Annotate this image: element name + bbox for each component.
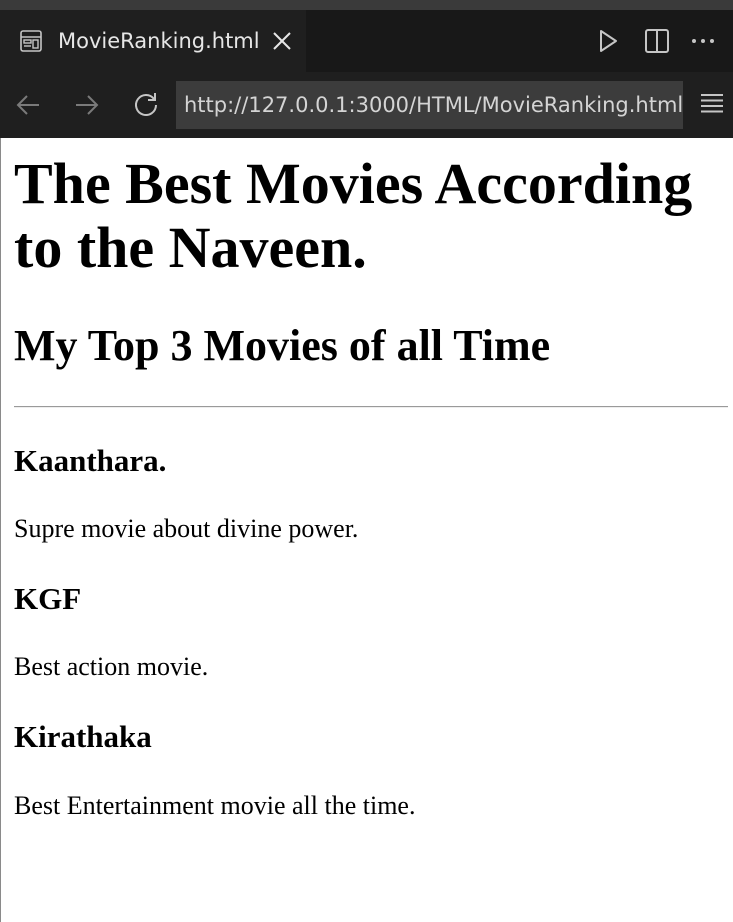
tab-movie-ranking[interactable]: MovieRanking.html [0,10,306,72]
reload-icon[interactable] [131,90,161,120]
movie-title: Kirathaka [14,719,152,754]
navigation-bar [0,72,733,138]
tab-title: MovieRanking.html [58,29,260,53]
ellipsis-icon[interactable] [688,26,718,56]
movie-description: Supre movie about divine power. [14,514,359,543]
movie-title: Kaanthara. [14,443,167,478]
movie-description: Best action movie. [14,652,209,681]
hamburger-menu-icon[interactable] [697,89,727,119]
arrow-left-icon[interactable] [13,90,43,120]
movie-description: Best Entertainment movie all the time. [14,791,416,820]
tab-bar: MovieRanking.html [0,10,733,72]
divider [14,406,728,408]
split-editor-icon[interactable] [642,26,672,56]
page-subtitle: My Top 3 Movies of all Time [14,321,551,370]
preview-icon [20,30,42,52]
close-icon[interactable] [270,29,294,53]
url-input[interactable] [176,81,683,129]
movie-title: KGF [14,581,82,616]
page-content: The Best Movies According to the Naveen.… [0,138,733,922]
address-bar[interactable] [176,81,683,129]
page-title: The Best Movies According to the Naveen. [14,151,693,280]
window-top-strip [0,0,733,10]
arrow-right-icon[interactable] [72,90,102,120]
play-icon[interactable] [593,26,623,56]
